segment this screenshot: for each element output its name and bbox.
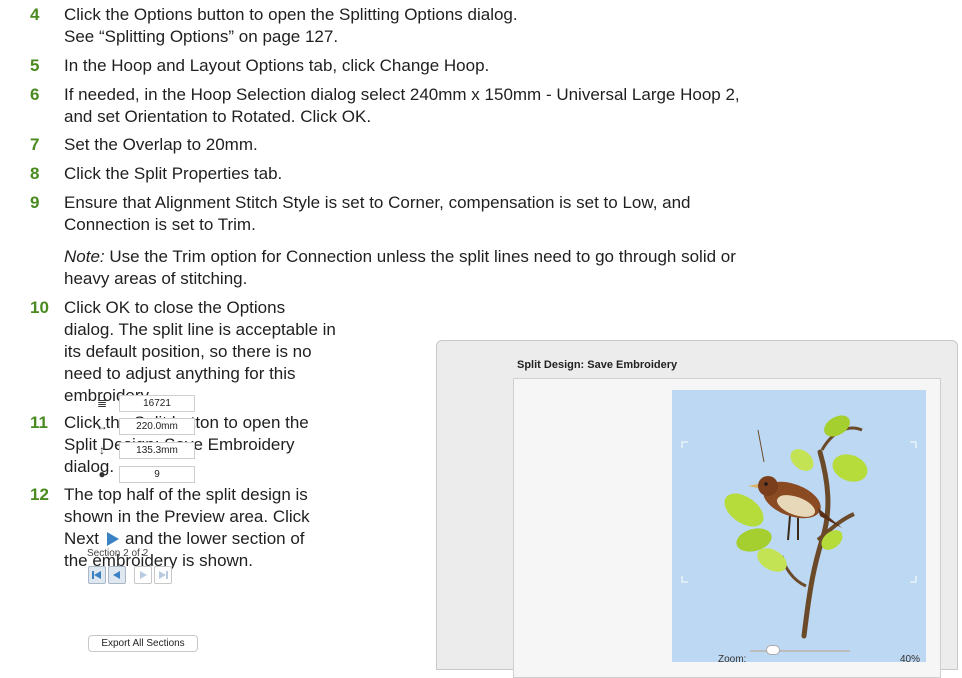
next-section-button[interactable] bbox=[134, 566, 152, 584]
step-line: Set the Overlap to 20mm. bbox=[64, 135, 258, 154]
step-line: Ensure that Alignment Stitch Style is se… bbox=[64, 193, 691, 212]
previous-section-icon bbox=[113, 571, 120, 579]
step-line: The top half of the split design is bbox=[64, 485, 308, 504]
dialog-title: Split Design: Save Embroidery bbox=[517, 359, 678, 371]
step-text-fragment: Next bbox=[64, 529, 99, 548]
first-section-icon bbox=[92, 571, 101, 579]
step-text: In the Hoop and Layout Options tab, clic… bbox=[64, 55, 489, 77]
zoom-value: 40% bbox=[900, 654, 921, 665]
embroidery-preview bbox=[681, 415, 917, 639]
next-section-icon bbox=[140, 571, 147, 579]
step-text: If needed, in the Hoop Selection dialog … bbox=[64, 84, 740, 128]
step-text: Click OK to close the Options dialog. Th… bbox=[64, 297, 336, 407]
step-line: shown in the Preview area. Click bbox=[64, 507, 310, 526]
note-label: Note: bbox=[64, 247, 105, 266]
step-line: See “Splitting Options” on page 127. bbox=[64, 27, 339, 46]
step-line: and set Orientation to Rotated. Click OK… bbox=[64, 107, 372, 126]
next-arrow-icon bbox=[106, 532, 119, 546]
palette-icon: ● bbox=[98, 467, 106, 481]
preview-area bbox=[672, 390, 926, 662]
note-text: heavy areas of stitching. bbox=[64, 269, 248, 288]
height-icon: ↕ bbox=[99, 443, 105, 457]
step-line: its default position, so there is no bbox=[64, 342, 312, 361]
step-line: Connection is set to Trim. bbox=[64, 215, 256, 234]
step-line: Click the Split Properties tab. bbox=[64, 164, 283, 183]
section-label: Section 2 of 2 bbox=[87, 548, 149, 559]
step-line: Click the Options button to open the Spl… bbox=[64, 5, 518, 24]
stitch-count-icon: ≣ bbox=[96, 396, 108, 410]
width-value: 220.0mm bbox=[119, 418, 195, 435]
last-section-button[interactable] bbox=[154, 566, 172, 584]
height-value: 135.3mm bbox=[119, 442, 195, 459]
step-line: Click OK to close the Options bbox=[64, 298, 286, 317]
zoom-slider-thumb[interactable] bbox=[766, 645, 780, 655]
width-icon: ↔ bbox=[96, 419, 108, 433]
step-text: Set the Overlap to 20mm. bbox=[64, 134, 258, 156]
note-text: Use the Trim option for Connection unles… bbox=[109, 247, 736, 266]
previous-section-button[interactable] bbox=[108, 566, 126, 584]
zoom-label: Zoom: bbox=[718, 654, 747, 665]
color-count-value: 9 bbox=[119, 466, 195, 483]
step-line: If needed, in the Hoop Selection dialog … bbox=[64, 85, 740, 104]
step-line: dialog. The split line is acceptable in bbox=[64, 320, 336, 339]
export-all-sections-button[interactable]: Export All Sections bbox=[88, 635, 198, 652]
step-line: In the Hoop and Layout Options tab, clic… bbox=[64, 56, 490, 75]
step-line: need to adjust anything for this bbox=[64, 364, 296, 383]
step-text: Click the Options button to open the Spl… bbox=[64, 4, 518, 48]
zoom-slider-track[interactable] bbox=[750, 650, 850, 652]
last-section-icon bbox=[159, 571, 168, 579]
first-section-button[interactable] bbox=[88, 566, 106, 584]
stitch-count-value: 16721 bbox=[119, 395, 195, 412]
step-text-fragment: and the lower section of bbox=[124, 529, 305, 548]
step-text: Click the Split Properties tab. bbox=[64, 163, 282, 185]
step-text: Ensure that Alignment Stitch Style is se… bbox=[64, 192, 691, 236]
